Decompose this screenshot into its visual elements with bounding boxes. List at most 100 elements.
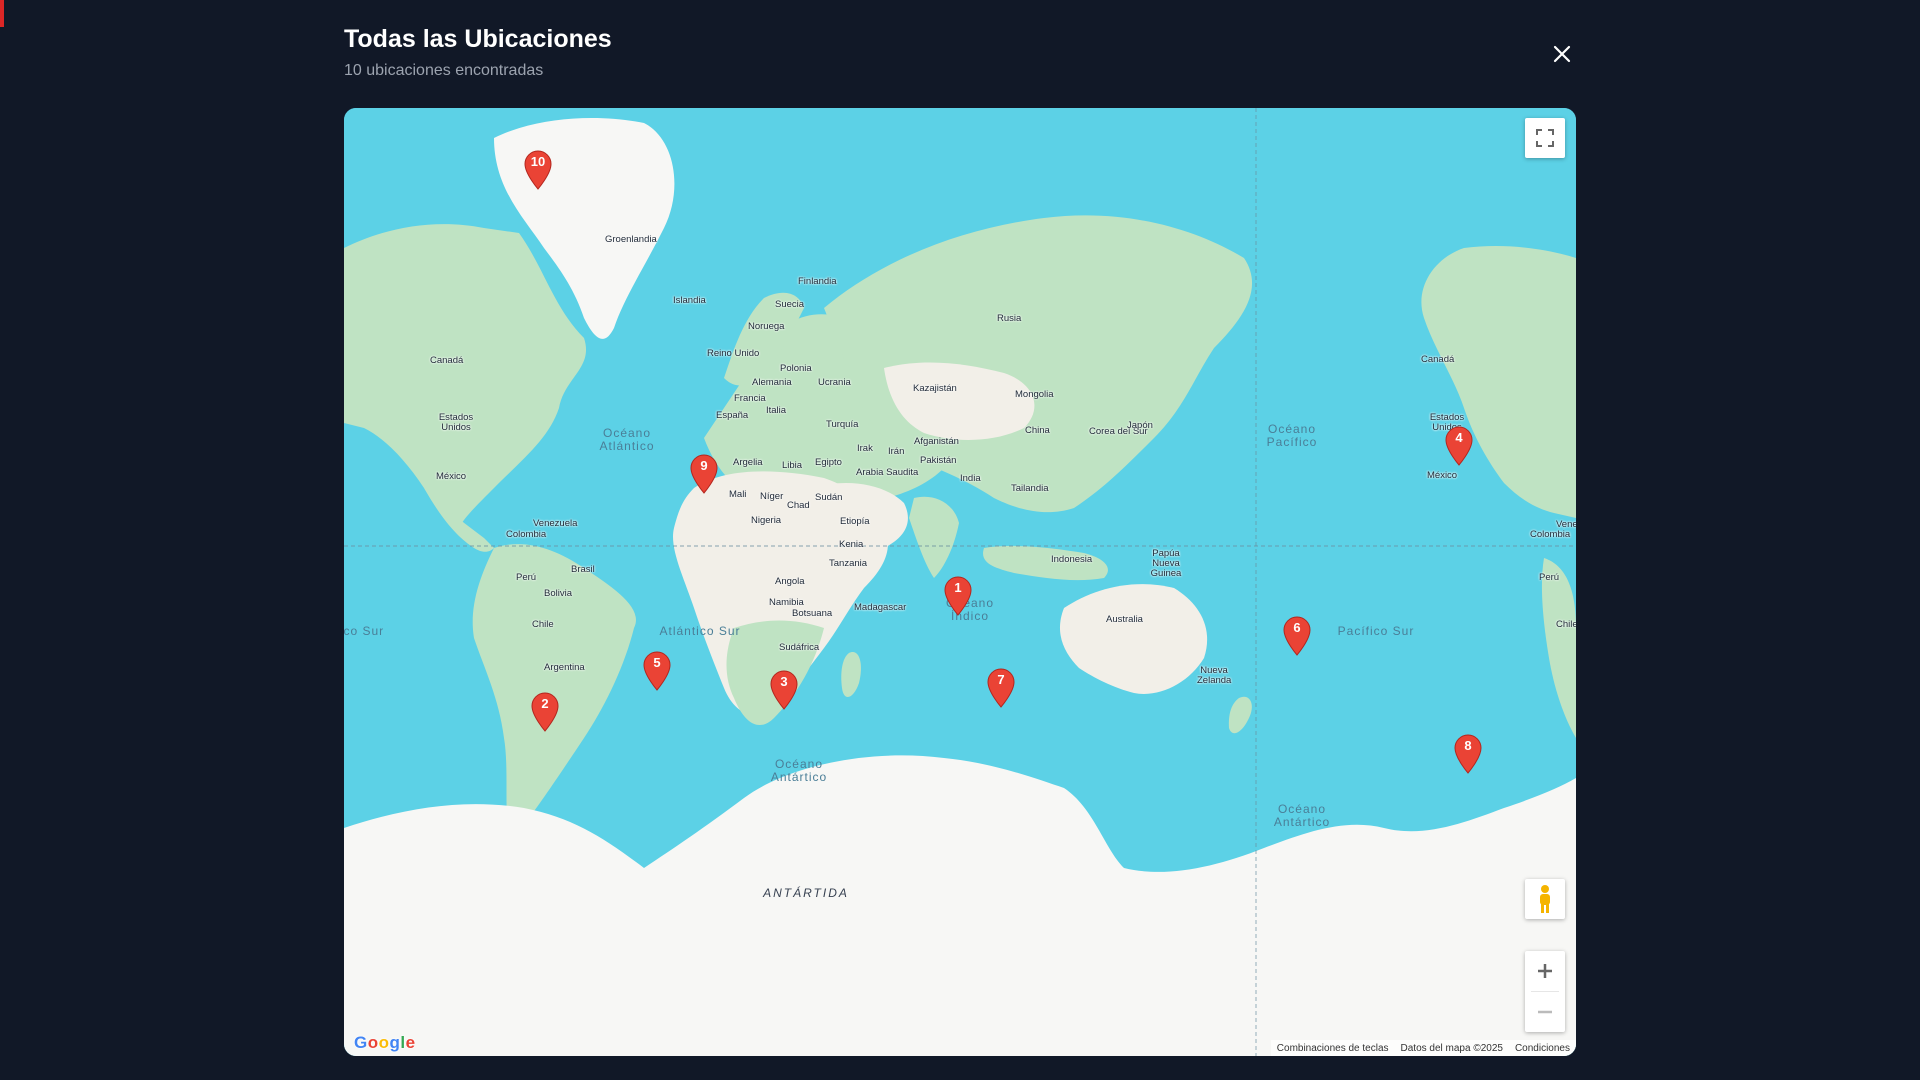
minus-icon	[1538, 1010, 1552, 1014]
country-label: Etiopía	[840, 516, 870, 527]
country-label: Egipto	[815, 457, 842, 468]
marker-label: 9	[700, 458, 708, 473]
modal-title: Todas las Ubicaciones	[344, 25, 612, 53]
zoom-out-button[interactable]	[1525, 992, 1565, 1032]
country-label: Alemania	[752, 377, 792, 388]
country-label: Angola	[775, 576, 805, 587]
country-label: Mali	[729, 489, 747, 500]
plus-icon	[1538, 964, 1552, 978]
country-label: Chile	[1556, 619, 1576, 630]
country-label: Mongolia	[1015, 389, 1054, 400]
region-label-antarctica: ANTÁRTIDA	[763, 886, 849, 900]
location-marker-8[interactable]: 8	[1454, 734, 1482, 774]
country-label: Namibia	[769, 597, 804, 608]
country-label: Polonia	[780, 363, 812, 374]
country-label: Níger	[760, 491, 784, 502]
country-label: Sudán	[815, 492, 843, 503]
country-label: México	[1427, 470, 1458, 481]
country-label: Irán	[888, 446, 905, 457]
country-label: Rusia	[997, 313, 1022, 324]
keyboard-shortcuts-link[interactable]: Combinaciones de teclas	[1277, 1043, 1389, 1054]
country-label: Madagascar	[854, 602, 907, 613]
country-label: Italia	[766, 405, 787, 416]
location-marker-6[interactable]: 6	[1283, 616, 1311, 656]
country-label: Colombia	[1530, 529, 1571, 540]
country-label: Nueva Zelanda	[1197, 665, 1232, 686]
marker-label: 6	[1293, 620, 1301, 635]
country-label: Irak	[857, 443, 873, 454]
zoom-controls	[1525, 951, 1565, 1032]
location-marker-10[interactable]: 10	[524, 150, 552, 190]
country-label: Australia	[1106, 614, 1143, 625]
close-button[interactable]	[1548, 40, 1576, 68]
fullscreen-icon	[1536, 129, 1554, 147]
marker-label: 5	[653, 655, 661, 670]
country-label: Japón	[1127, 420, 1153, 431]
close-icon	[1553, 45, 1571, 63]
country-label: Sudáfrica	[779, 642, 820, 653]
marker-label: 1	[954, 580, 962, 595]
terms-link[interactable]: Condiciones	[1515, 1043, 1570, 1054]
country-label: Francia	[734, 393, 766, 404]
ocean-label: Pacífico Sur	[1337, 624, 1415, 638]
country-label: Afganistán	[914, 436, 959, 447]
country-label: Colombia	[506, 529, 547, 540]
marker-label: 10	[530, 154, 546, 169]
country-label: España	[716, 410, 749, 421]
country-label: Bolivia	[544, 588, 572, 599]
country-label: Canadá	[430, 355, 464, 366]
country-label: México	[436, 471, 467, 482]
country-label: Kazajistán	[913, 383, 957, 394]
modal-subtitle: 10 ubicaciones encontradas	[344, 62, 544, 79]
country-label: Pakistán	[920, 455, 957, 466]
country-label: Perú	[516, 572, 537, 583]
location-marker-3[interactable]: 3	[770, 670, 798, 710]
ocean-label: Atlántico Sur	[659, 624, 741, 638]
marker-label: 8	[1464, 738, 1472, 753]
zoom-in-button[interactable]	[1525, 951, 1565, 991]
location-marker-2[interactable]: 2	[531, 692, 559, 732]
map-frame[interactable]: Groenlandia Islandia Finlandia Suecia No…	[344, 108, 1576, 1056]
marker-label: 4	[1455, 430, 1463, 445]
country-label: Chad	[787, 500, 810, 511]
ocean-label: Océano Antártico	[1273, 802, 1331, 829]
location-marker-7[interactable]: 7	[987, 668, 1015, 708]
country-label: Botsuana	[792, 608, 833, 619]
location-marker-5[interactable]: 5	[643, 651, 671, 691]
country-label: India	[960, 473, 981, 484]
location-marker-1[interactable]: 1	[944, 576, 972, 616]
corner-accent	[0, 0, 4, 27]
country-label: Suecia	[775, 299, 805, 310]
modal-header: Todas las Ubicaciones 10 ubicaciones enc…	[344, 25, 1576, 85]
map-attribution: Combinaciones de teclas Datos del mapa ©…	[1270, 1040, 1576, 1056]
country-label: Libia	[782, 460, 803, 471]
country-label: Turquía	[826, 419, 859, 430]
country-label: Papúa Nueva Guinea	[1150, 548, 1182, 579]
marker-label: 2	[541, 696, 549, 711]
country-label: Nigeria	[751, 515, 782, 526]
country-label: Canadá	[1421, 354, 1455, 365]
country-label: Islandia	[673, 295, 706, 306]
country-label: Estados Unidos	[438, 412, 474, 433]
country-label: Tanzania	[829, 558, 868, 569]
country-label: Groenlandia	[605, 234, 657, 245]
location-marker-9[interactable]: 9	[690, 454, 718, 494]
marker-label: 3	[780, 674, 788, 689]
country-label: Venezuela	[533, 518, 578, 529]
ocean-label: ico Sur	[344, 624, 385, 638]
marker-label: 7	[997, 672, 1005, 687]
street-view-button[interactable]	[1525, 879, 1565, 919]
location-marker-4[interactable]: 4	[1445, 426, 1473, 466]
country-label: Arabia Saudita	[856, 467, 919, 478]
country-label: Chile	[532, 619, 554, 630]
ocean-label: Océano Atlántico	[599, 426, 655, 453]
fullscreen-button[interactable]	[1525, 118, 1565, 158]
ocean-label: Océano Antártico	[770, 757, 828, 784]
pegman-icon	[1540, 885, 1550, 913]
ocean-label: Océano Pacífico	[1266, 422, 1318, 449]
country-label: Argelia	[733, 457, 763, 468]
country-label: Finlandia	[798, 276, 837, 287]
country-label: Kenia	[839, 539, 864, 550]
google-logo[interactable]: Google	[354, 1033, 416, 1053]
country-label: Brasil	[571, 564, 595, 575]
